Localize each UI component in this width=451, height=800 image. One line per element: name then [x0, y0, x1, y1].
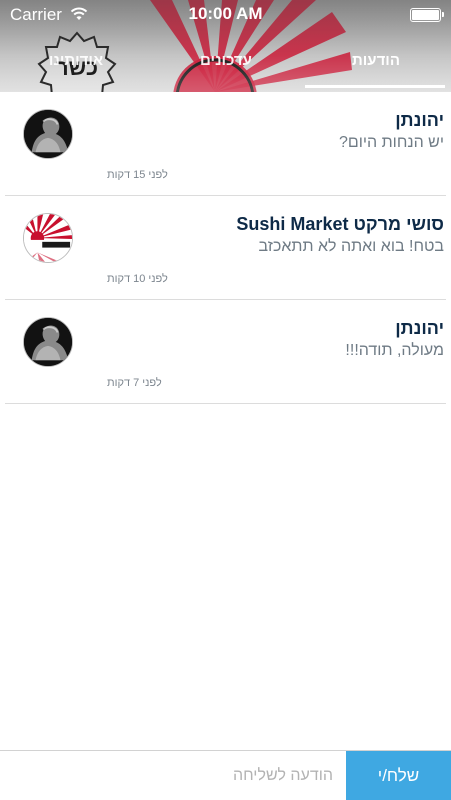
- message-preview: מעולה, תודה!!!: [345, 342, 444, 359]
- message-preview: יש הנחות היום?: [338, 134, 444, 151]
- person-avatar: [23, 317, 73, 367]
- status-bar: Carrier 10:00 AM: [0, 0, 451, 30]
- message-sender: יהונתן: [395, 110, 444, 130]
- message-input[interactable]: [0, 751, 345, 800]
- message-time: לפני 15 דקות: [107, 169, 168, 181]
- message-sender: סושי מרקט Sushi Market: [236, 214, 444, 234]
- message-composer: שלח/י: [0, 750, 451, 800]
- message-list: יהונתן יש הנחות היום? לפני 15 דקות סושי …: [0, 92, 451, 404]
- battery-icon: [410, 8, 444, 22]
- sushi-market-logo: [23, 213, 73, 263]
- send-button[interactable]: שלח/י: [346, 751, 451, 800]
- message-item[interactable]: יהונתן מעולה, תודה!!! לפני 7 דקות: [5, 300, 446, 404]
- status-time: 10:00 AM: [188, 4, 263, 23]
- app-header: כשר Carrier 10:00 AM הודעות עדכונים אודו…: [0, 0, 451, 92]
- message-time: לפני 7 דקות: [107, 377, 162, 389]
- tab-updates-label: עדכונים: [200, 52, 252, 69]
- tab-messages[interactable]: הודעות: [301, 44, 451, 92]
- message-time: לפני 10 דקות: [107, 273, 168, 285]
- tab-updates[interactable]: עדכונים: [151, 44, 301, 92]
- tab-messages-label: הודעות: [352, 52, 400, 69]
- message-preview: בטח! בוא ואתה לא תתאכזב: [258, 238, 444, 255]
- message-item[interactable]: יהונתן יש הנחות היום? לפני 15 דקות: [5, 92, 446, 196]
- message-item[interactable]: סושי מרקט Sushi Market בטח! בוא ואתה לא …: [5, 196, 446, 300]
- tab-bar: הודעות עדכונים אודותינו: [0, 44, 451, 92]
- tab-about-label: אודותינו: [48, 52, 104, 69]
- person-avatar: [23, 109, 73, 159]
- tab-about[interactable]: אודותינו: [1, 44, 151, 92]
- message-sender: יהונתן: [395, 318, 444, 338]
- active-tab-indicator: [305, 85, 445, 88]
